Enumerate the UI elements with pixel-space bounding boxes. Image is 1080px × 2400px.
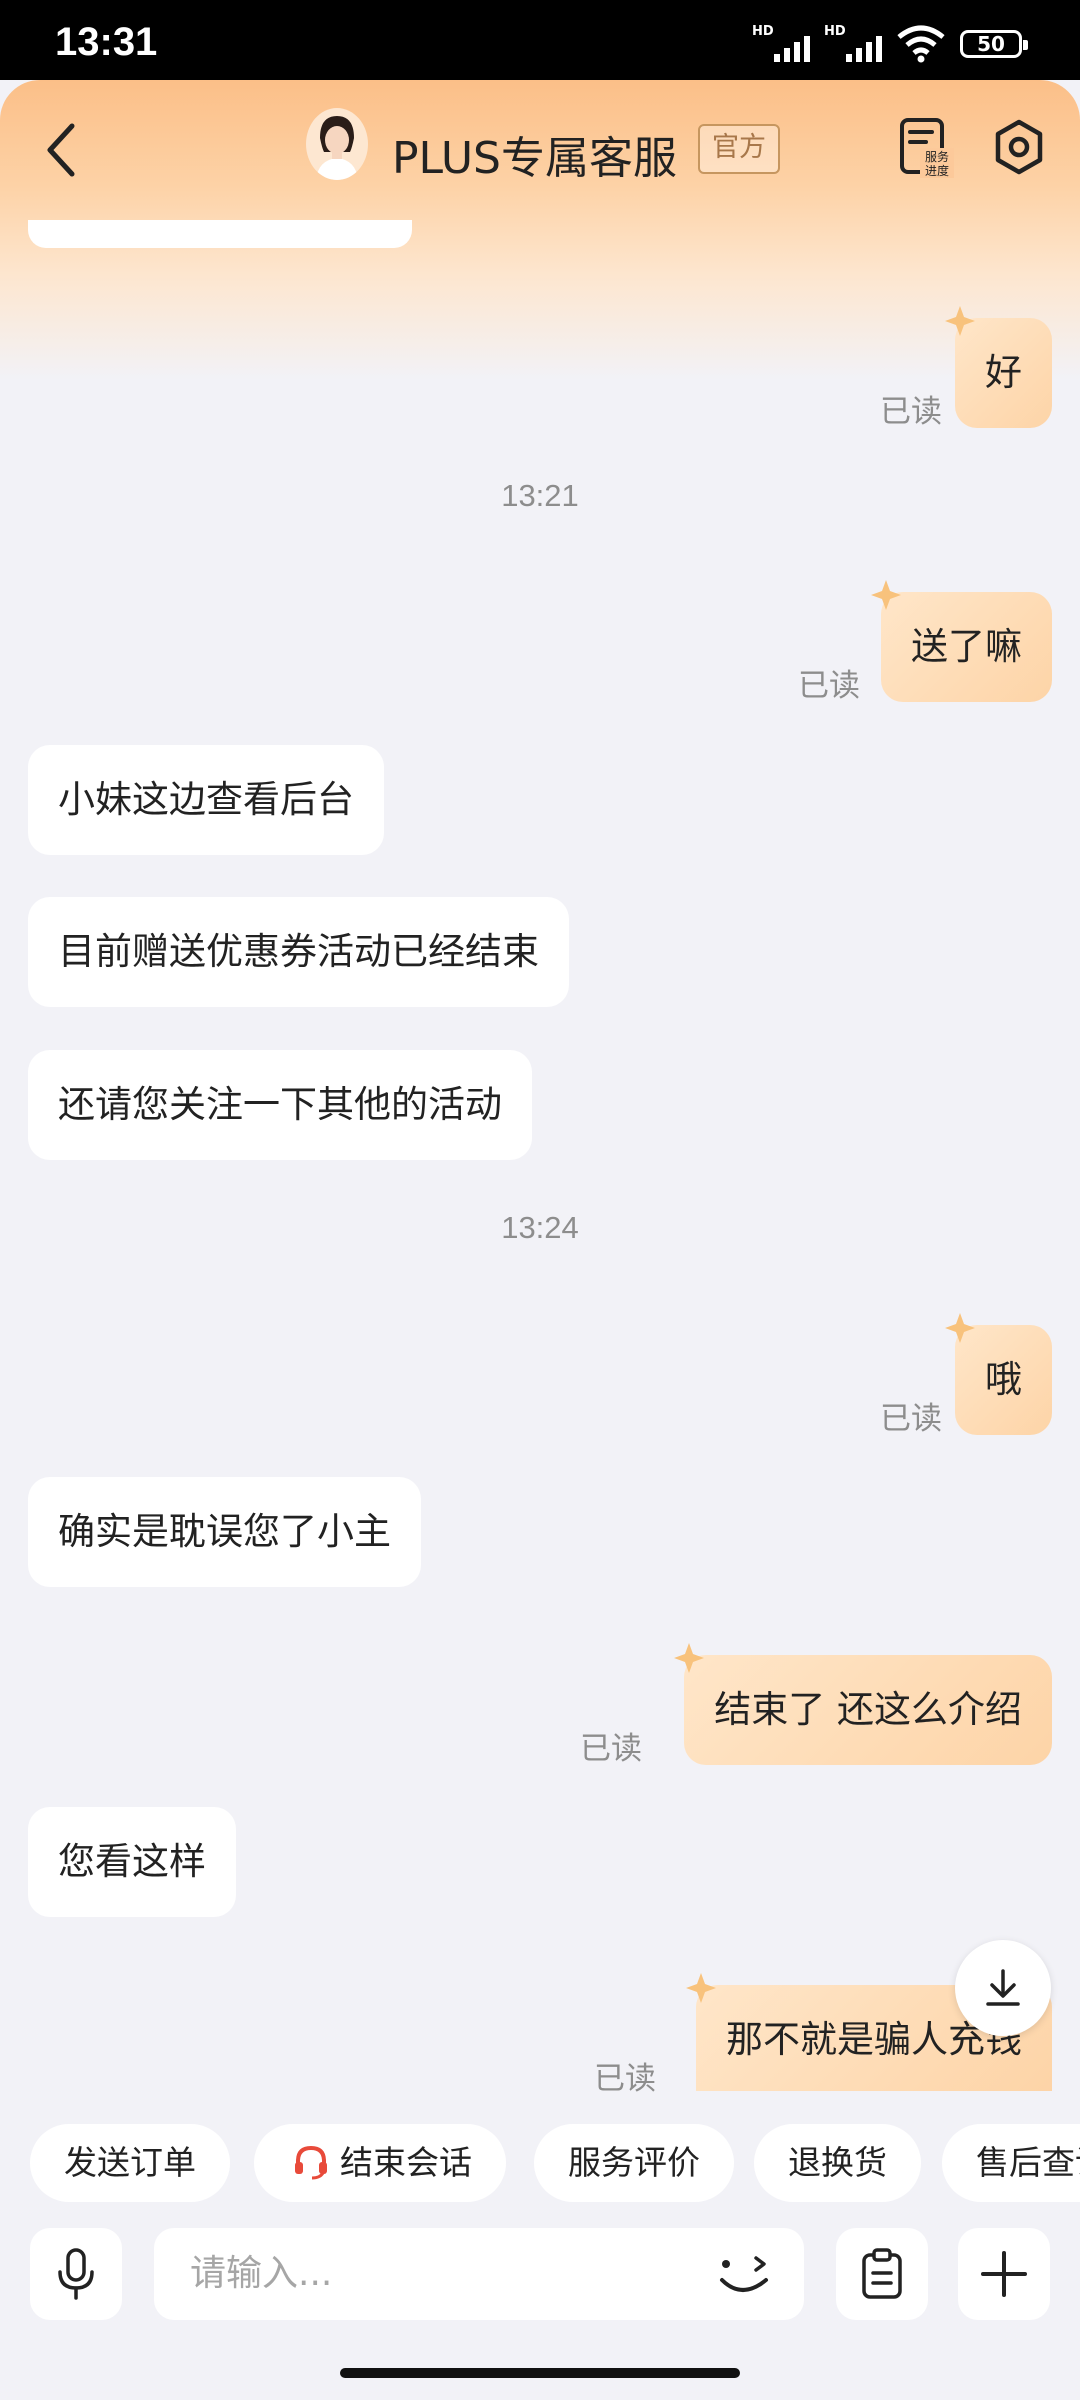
message-bubble-agent[interactable]: 您看这样	[28, 1807, 236, 1917]
more-button[interactable]	[958, 2228, 1050, 2320]
clipboard-icon	[862, 2248, 902, 2299]
input-placeholder: 请输入...	[190, 2253, 333, 2294]
message-bubble-agent[interactable]: 目前赠送优惠券活动已经结束	[28, 897, 569, 1007]
previous-message-bubble	[28, 220, 412, 248]
message-bubble-self[interactable]: 结束了 还这么介绍	[674, 1643, 1052, 1765]
message-bubble-self[interactable]: 哦	[945, 1313, 1052, 1435]
star-icon	[674, 1643, 705, 1673]
page-title: PLUS专属客服	[392, 133, 677, 184]
message-text: 您看这样	[58, 1840, 206, 1883]
message-bubble-agent[interactable]: 小妹这边查看后台	[28, 745, 384, 855]
star-icon	[945, 1313, 975, 1343]
status-time: 13:31	[55, 20, 158, 64]
message-bubble-agent[interactable]: 还请您关注一下其他的活动	[28, 1050, 532, 1160]
end-session-chip[interactable]: 结束会话	[254, 2124, 506, 2202]
read-status: 已读	[880, 1401, 942, 1437]
send-order-chip[interactable]: 发送订单	[30, 2124, 230, 2202]
plus-icon	[981, 2251, 1027, 2297]
read-status: 已读	[798, 668, 860, 704]
message-text: 送了嘛	[911, 625, 1022, 668]
battery-icon: 50	[960, 30, 1028, 58]
service-progress-icon[interactable]: 服务 进度	[896, 116, 956, 180]
quick-actions: 发送订单 结束会话 服务评价 退换货 售后查询	[0, 2122, 1080, 2206]
chip-label: 发送订单	[64, 2143, 196, 2182]
headset-icon	[295, 2145, 327, 2179]
battery-level: 50	[977, 32, 1005, 56]
message-text: 哦	[985, 1358, 1022, 1401]
chip-label: 服务评价	[568, 2143, 700, 2182]
network-type-1: HD	[752, 24, 774, 39]
status-icons: HD HD 50	[752, 24, 1028, 64]
official-badge: 官方	[698, 124, 780, 174]
back-icon[interactable]	[40, 118, 84, 182]
svg-text:服务: 服务	[925, 149, 949, 164]
star-icon	[945, 306, 975, 336]
wifi-icon	[897, 25, 945, 63]
message-text: 好	[985, 351, 1022, 394]
service-rating-chip[interactable]: 服务评价	[534, 2124, 734, 2202]
star-icon	[686, 1973, 716, 2003]
message-text: 目前赠送优惠券活动已经结束	[58, 930, 539, 973]
return-exchange-chip[interactable]: 退换货	[754, 2124, 921, 2202]
chip-label: 退换货	[788, 2143, 887, 2182]
read-status: 已读	[594, 2061, 656, 2097]
read-status: 已读	[580, 1731, 642, 1767]
after-sales-query-chip[interactable]: 售后查询	[942, 2124, 1080, 2202]
avatar[interactable]	[306, 108, 368, 180]
voice-button[interactable]	[30, 2228, 122, 2320]
clipboard-button[interactable]	[836, 2228, 928, 2320]
message-text: 还请您关注一下其他的活动	[58, 1083, 502, 1126]
message-bubble-self[interactable]: 好	[945, 306, 1052, 428]
message-bubble-self[interactable]: 送了嘛	[871, 580, 1052, 702]
star-icon	[871, 580, 901, 610]
message-text: 结束了 还这么介绍	[714, 1688, 1022, 1731]
chat-header: PLUS专属客服 官方 服务 进度	[0, 80, 1080, 380]
message-text: 确实是耽误您了小主	[58, 1510, 391, 1553]
chip-label: 售后查询	[976, 2143, 1080, 2182]
emoji-icon[interactable]	[712, 2242, 776, 2306]
svg-text:进度: 进度	[925, 163, 949, 178]
status-bar: 13:31 HD HD 50	[0, 0, 1080, 80]
read-status: 已读	[880, 394, 942, 430]
timestamp: 13:24	[501, 1210, 579, 1245]
message-bubble-agent[interactable]: 确实是耽误您了小主	[28, 1477, 421, 1587]
input-bar: 请输入...	[0, 2216, 1080, 2326]
scroll-down-icon	[986, 1969, 1020, 2006]
message-text: 小妹这边查看后台	[58, 778, 354, 821]
network-type-2: HD	[824, 24, 846, 39]
home-indicator[interactable]	[340, 2368, 740, 2378]
settings-icon[interactable]	[990, 116, 1048, 180]
signal-icon-2: HD	[824, 24, 882, 64]
scroll-down-button[interactable]	[955, 1940, 1051, 2036]
timestamp: 13:21	[501, 478, 579, 513]
chip-label: 结束会话	[340, 2143, 472, 2182]
message-input[interactable]: 请输入...	[154, 2228, 804, 2320]
signal-icon: HD	[752, 24, 810, 64]
mic-icon	[58, 2248, 94, 2300]
